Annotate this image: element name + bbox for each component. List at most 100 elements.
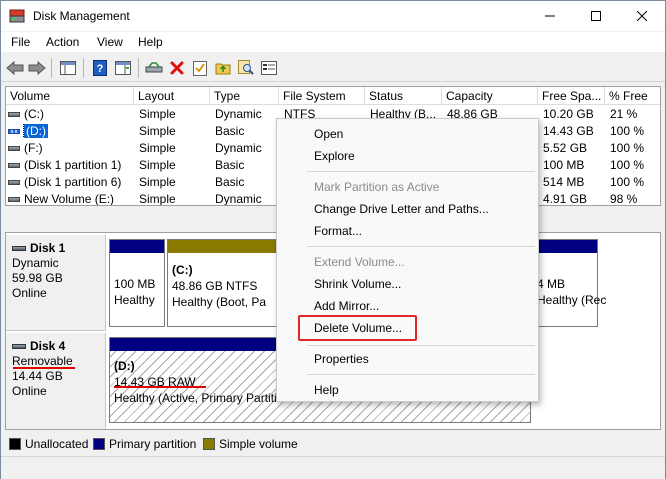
partition-name: (C:)	[172, 263, 193, 277]
close-icon	[637, 11, 647, 21]
menu-bar: File Action View Help	[1, 32, 665, 52]
percent-free-cell: 98 %	[610, 192, 638, 206]
partition-status: Healthy (Active, Primary Partiti	[114, 391, 277, 405]
delete-volume-highlight	[298, 315, 417, 341]
menu-item-format[interactable]: Format...	[314, 224, 362, 238]
checklist-properties-icon	[193, 61, 207, 76]
simple-volume-bar	[168, 240, 278, 253]
show-hide-console-tree-button[interactable]	[58, 58, 78, 78]
action-pane-icon	[115, 61, 131, 75]
menu-action[interactable]: Action	[46, 35, 79, 49]
toolbar-separator	[83, 58, 84, 78]
column-header-status[interactable]: Status	[365, 87, 442, 105]
volume-name: (Disk 1 partition 6)	[24, 175, 122, 189]
type-cell: Dynamic	[215, 107, 262, 121]
search-button[interactable]	[236, 58, 256, 78]
volume-name: New Volume (E:)	[24, 192, 115, 206]
menu-item-change-drive-letter[interactable]: Change Drive Letter and Paths...	[314, 202, 489, 216]
maximize-button[interactable]	[573, 1, 619, 31]
disk-management-app-icon	[9, 9, 25, 23]
partition-info: 100 MB Healthy	[114, 276, 155, 308]
disk-1-size: 59.98 GB	[12, 271, 63, 285]
magnifier-search-icon	[238, 60, 254, 75]
red-x-delete-icon	[170, 61, 184, 75]
percent-free-cell: 21 %	[610, 107, 638, 121]
volume-cell: (D:)	[8, 124, 48, 138]
legend-label: Unallocated	[25, 437, 89, 451]
column-header-percent-free[interactable]: % Free	[605, 87, 660, 105]
volume-cell: (Disk 1 partition 6)	[8, 175, 121, 189]
free-space-cell: 100 MB	[543, 158, 585, 172]
volume-cell: (F:)	[8, 141, 43, 155]
partition-info: (D:) 14.43 GB RAW Healthy (Active, Prima…	[114, 358, 277, 406]
menu-help[interactable]: Help	[138, 35, 163, 49]
menu-file[interactable]: File	[11, 35, 30, 49]
menu-item-add-mirror[interactable]: Add Mirror...	[314, 299, 379, 313]
volume-icon	[8, 197, 20, 203]
volume-icon	[8, 129, 20, 135]
legend: Unallocated Primary partition Simple vol…	[5, 434, 661, 454]
volume-name-selected: (D:)	[23, 124, 48, 138]
disk-1-label[interactable]: Disk 1 Dynamic 59.98 GB Online	[6, 235, 106, 331]
column-header-volume[interactable]: Volume	[6, 87, 134, 105]
menu-item-open[interactable]: Open	[314, 127, 343, 141]
partition-status: Healthy	[114, 293, 155, 307]
disk-4-size: 14.44 GB	[12, 369, 63, 383]
menu-item-mark-partition-active: Mark Partition as Active	[314, 180, 440, 194]
column-header-capacity[interactable]: Capacity	[442, 87, 538, 105]
free-space-cell: 10.20 GB	[543, 107, 594, 121]
column-header-layout[interactable]: Layout	[134, 87, 210, 105]
volume-name: (F:)	[24, 141, 43, 155]
partition-status: Healthy (Boot, Pa	[172, 295, 267, 309]
dialog-settings-icon	[261, 61, 277, 75]
menu-view[interactable]: View	[97, 35, 123, 49]
volume-name: (Disk 1 partition 1)	[24, 158, 122, 172]
menu-item-properties[interactable]: Properties	[314, 352, 369, 366]
type-cell: Dynamic	[215, 141, 262, 155]
menu-separator	[307, 171, 535, 172]
menu-item-explore[interactable]: Explore	[314, 149, 355, 163]
toolbar-separator	[51, 58, 52, 78]
delete-button[interactable]	[167, 58, 187, 78]
console-tree-icon	[60, 61, 76, 75]
volume-icon	[8, 112, 20, 118]
svg-text:?: ?	[97, 63, 104, 75]
volume-cell: (C:)	[8, 107, 44, 121]
percent-free-cell: 100 %	[610, 175, 645, 189]
title-bar[interactable]: Disk Management	[1, 1, 665, 31]
disk-1-name: Disk 1	[30, 241, 66, 255]
disk-4-name: Disk 4	[30, 339, 66, 353]
disk-1-partition-system[interactable]: 100 MB Healthy	[109, 239, 165, 327]
forward-button[interactable]	[27, 58, 47, 78]
properties-button[interactable]	[190, 58, 210, 78]
connect-disk-button[interactable]	[144, 58, 164, 78]
maximize-icon	[591, 11, 601, 21]
close-button[interactable]	[619, 1, 665, 31]
menu-item-help[interactable]: Help	[314, 383, 339, 397]
primary-partition-swatch	[93, 438, 105, 450]
disk-1-partition-c[interactable]: (C:) 48.86 GB NTFS Healthy (Boot, Pa	[167, 239, 279, 327]
column-header-file-system[interactable]: File System	[279, 87, 365, 105]
disk-1-partition-recovery[interactable]: 4 MB Healthy (Rec	[534, 239, 606, 327]
minimize-button[interactable]	[527, 1, 573, 31]
layout-cell: Simple	[139, 192, 176, 206]
settings-dialog-button[interactable]	[259, 58, 279, 78]
window-title: Disk Management	[33, 9, 130, 23]
column-header-free-space[interactable]: Free Spa...	[538, 87, 605, 105]
help-button[interactable]: ?	[90, 58, 110, 78]
column-header-type[interactable]: Type	[210, 87, 279, 105]
up-folder-button[interactable]	[213, 58, 233, 78]
free-space-cell: 14.43 GB	[543, 124, 594, 138]
layout-cell: Simple	[139, 124, 176, 138]
disk-4-label[interactable]: Disk 4 Removable 14.44 GB Online	[6, 333, 106, 429]
removable-annotation-underline	[13, 367, 75, 369]
toolbar: ?	[1, 54, 665, 82]
menu-item-extend-volume: Extend Volume...	[314, 255, 405, 269]
type-cell: Dynamic	[215, 192, 262, 206]
menu-separator	[307, 246, 535, 247]
toolbar-separator	[138, 58, 139, 78]
show-hide-action-pane-button[interactable]	[113, 58, 133, 78]
back-button[interactable]	[5, 58, 25, 78]
free-space-cell: 5.52 GB	[543, 141, 588, 155]
menu-item-shrink-volume[interactable]: Shrink Volume...	[314, 277, 401, 291]
